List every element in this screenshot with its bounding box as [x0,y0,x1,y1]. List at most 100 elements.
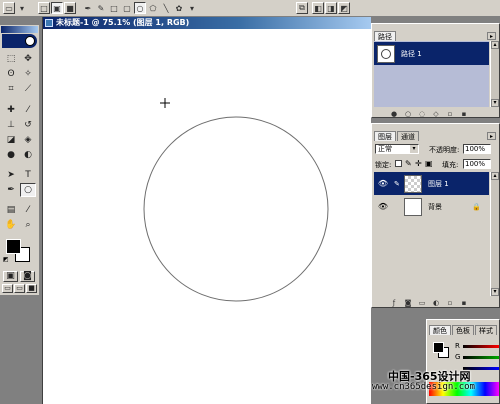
new-set-icon[interactable]: ▭ [418,299,426,307]
layer-row[interactable]: 👁 ✎ 图层 1 [374,172,489,195]
screen-mode-full-icon[interactable]: ■ [26,284,37,293]
pen-icon[interactable]: ✒ [82,2,94,14]
fill-input[interactable]: 100% [463,159,491,169]
scroll-down-icon[interactable]: ▾ [491,99,499,107]
path-add-icon[interactable]: ⧉ [296,2,308,14]
path-exclude-icon[interactable]: ◩ [338,2,350,14]
zoom-tool-icon[interactable]: ⌕ [20,218,36,232]
layer-row[interactable]: 👁 背景 🔒 [374,195,489,218]
freeform-pen-icon[interactable]: ✎ [95,2,107,14]
eye-icon[interactable]: 👁 [376,177,390,191]
fill-pixels-icon[interactable]: ■ [64,2,76,14]
toolbox-titlebar[interactable] [1,26,38,33]
lasso-tool-icon[interactable]: ʘ [3,67,19,81]
foreground-color-swatch[interactable] [6,239,21,254]
scroll-up-icon[interactable]: ▴ [491,41,499,49]
clone-stamp-icon[interactable]: ⊥ [3,118,19,132]
tab-color[interactable]: 颜色 [429,325,451,335]
adjustment-layer-icon[interactable]: ◐ [432,299,440,307]
screen-mode-standard-icon[interactable]: ▭ [2,284,13,293]
document-titlebar[interactable]: 未标题-1 @ 75.1% (图层 1, RGB) [43,17,371,29]
channel-r-slider[interactable] [463,345,499,348]
pen-tool-icon[interactable]: ✒ [3,183,19,197]
brush-preset-icon[interactable]: ▭ [3,2,15,14]
stroke-path-icon[interactable]: ○ [404,110,412,118]
lock-transparency-icon[interactable] [395,160,402,167]
path-intersect-icon[interactable]: ◨ [325,2,337,14]
paths-scrollbar[interactable]: ▴ ▾ [490,41,499,107]
ellipse-path [143,116,329,302]
lock-image-icon[interactable]: ✎ [405,159,412,168]
crop-tool-icon[interactable]: ⌗ [3,82,19,96]
delete-layer-icon[interactable]: ▪ [460,299,468,307]
new-path-icon[interactable]: ▫ [446,110,454,118]
channel-r-label: R [455,342,460,350]
paint-bucket-icon[interactable]: ◈ [20,133,36,147]
make-work-path-icon[interactable]: ◇ [432,110,440,118]
tab-channels[interactable]: 通道 [397,131,419,141]
delete-path-icon[interactable]: ▪ [460,110,468,118]
marquee-tool-icon[interactable]: ⬚ [3,52,19,66]
lock-position-icon[interactable]: ✛ [415,159,422,168]
new-layer-icon[interactable]: ▫ [446,299,454,307]
scroll-up-icon[interactable]: ▴ [491,172,499,180]
lock-all-icon[interactable]: ▣ [425,159,433,168]
layers-scrollbar[interactable]: ▴ ▾ [490,172,499,296]
layer-mask-icon[interactable]: ◙ [404,299,412,307]
rectangle-shape-icon[interactable]: □ [108,2,120,14]
quick-mask-icon[interactable]: ◙ [20,271,35,282]
polygon-icon[interactable]: ⬠ [147,2,159,14]
blend-mode-dropdown-icon[interactable]: ▾ [410,145,418,153]
layers-menu-icon[interactable]: ▸ [487,132,496,140]
layers-footer: ƒ ◙ ▭ ◐ ▫ ▪ [372,297,499,307]
history-brush-icon[interactable]: ↺ [20,118,36,132]
load-selection-icon[interactable]: ◌ [418,110,426,118]
paths-mode-icon[interactable]: ▣ [51,2,63,14]
type-tool-icon[interactable]: T [20,168,36,182]
hand-tool-icon[interactable]: ✋ [3,218,19,232]
eye-icon[interactable]: 👁 [376,200,390,214]
standard-mode-icon[interactable]: ▣ [3,271,18,282]
canvas[interactable] [43,29,371,404]
layer-style-icon[interactable]: ƒ [390,299,398,307]
tab-swatches[interactable]: 色板 [452,325,474,335]
custom-shape-dropdown-icon[interactable]: ▾ [186,2,198,14]
eraser-tool-icon[interactable]: ◪ [3,133,19,147]
dodge-tool-icon[interactable]: ◐ [20,148,36,162]
path-item[interactable]: 路径 1 [374,42,489,65]
shape-layers-icon[interactable]: □ [38,2,50,14]
channel-g-slider[interactable] [463,356,499,359]
ellipse-tool-icon[interactable]: ○ [20,183,36,197]
fill-label: 填充: [442,161,459,169]
brush-tool-icon[interactable]: ⁄ [20,103,36,117]
opacity-input[interactable]: 100% [463,144,491,154]
path-selection-icon[interactable]: ➤ [3,168,19,182]
notes-tool-icon[interactable]: ▤ [3,203,19,217]
blend-mode-select[interactable]: 正常 ▾ [375,144,419,154]
path-thumbnail [377,44,395,63]
screen-mode-full-menu-icon[interactable]: ▭ [14,284,25,293]
brush-link-icon[interactable]: ✎ [394,180,404,188]
color-foreground-swatch[interactable] [433,342,444,353]
paths-menu-icon[interactable]: ▸ [487,32,496,40]
line-icon[interactable]: ╲ [160,2,172,14]
eyedropper-icon[interactable]: ⁄ [20,203,36,217]
fill-path-icon[interactable]: ● [390,110,398,118]
scroll-down-icon[interactable]: ▾ [491,288,499,296]
rounded-rect-icon[interactable]: ▢ [121,2,133,14]
dropdown-arrow-icon[interactable]: ▾ [16,2,28,14]
default-colors-icon[interactable]: ◩ [3,257,9,263]
move-tool-icon[interactable]: ✥ [20,52,36,66]
options-bar: ▭ ▾ □ ▣ ■ ✒ ✎ □ ▢ ○ ⬠ ╲ ✿ ▾ ⧉ ◧ ◨ ◩ [0,0,500,17]
slice-tool-icon[interactable]: ⟋ [20,82,36,96]
blur-tool-icon[interactable]: ● [3,148,19,162]
tab-layers[interactable]: 图层 [374,131,396,141]
tab-paths[interactable]: 路径 [374,31,396,41]
path-subtract-icon[interactable]: ◧ [312,2,324,14]
app-logo-icon[interactable] [2,34,37,48]
ellipse-shape-icon[interactable]: ○ [134,2,146,14]
custom-shape-icon[interactable]: ✿ [173,2,185,14]
tab-styles[interactable]: 样式 [475,325,497,335]
magic-wand-icon[interactable]: ✧ [20,67,36,81]
healing-brush-icon[interactable]: ✚ [3,103,19,117]
